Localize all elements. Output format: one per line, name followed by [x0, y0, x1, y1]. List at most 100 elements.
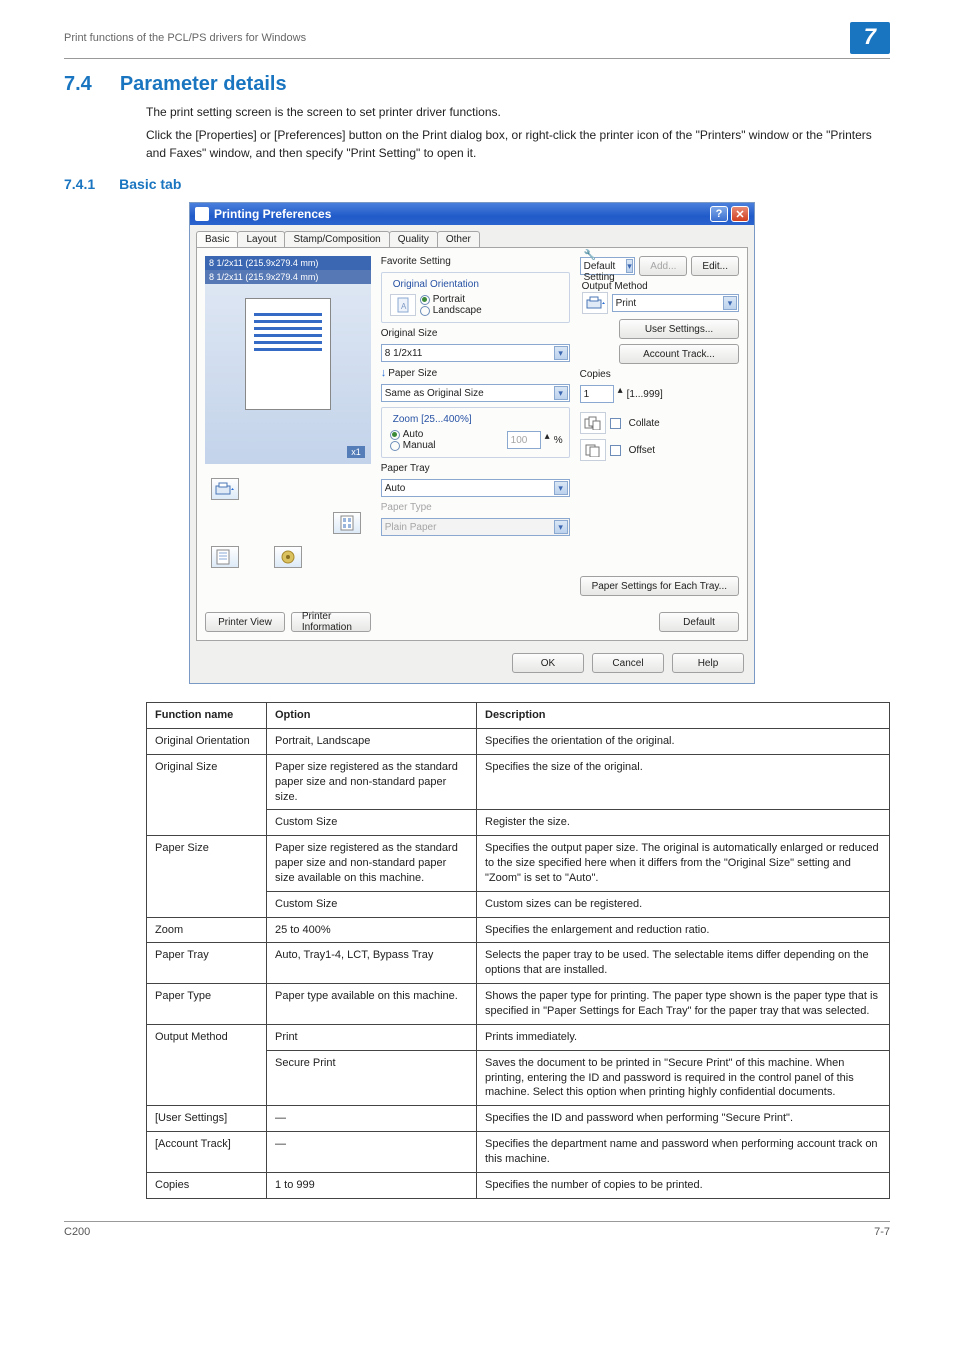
app-icon [195, 207, 209, 221]
offset-label: Offset [629, 445, 656, 456]
parameter-table: Function name Option Description Origina… [146, 702, 890, 1198]
section-heading: 7.4 Parameter details [64, 73, 890, 96]
tab-quality[interactable]: Quality [389, 231, 438, 247]
table-cell-function: Paper Tray [147, 943, 267, 984]
default-button[interactable]: Default [659, 612, 739, 632]
account-track-button[interactable]: Account Track... [619, 344, 739, 364]
tab-layout[interactable]: Layout [237, 231, 285, 247]
table-cell-option: Paper size registered as the standard pa… [267, 836, 477, 892]
table-cell-option: Print [267, 1024, 477, 1050]
favorite-edit-button[interactable]: Edit... [691, 256, 739, 276]
table-cell-function: Zoom [147, 917, 267, 943]
portrait-radio[interactable] [420, 295, 430, 305]
original-size-value: 8 1/2x11 [385, 348, 423, 359]
subsection-title: Basic tab [119, 176, 181, 192]
layout-mode-icon[interactable] [333, 512, 361, 534]
offset-checkbox[interactable] [610, 445, 621, 456]
table-cell-description: Specifies the ID and password when perfo… [477, 1106, 890, 1132]
table-cell-function: Output Method [147, 1024, 267, 1105]
paper-settings-each-tray-button[interactable]: Paper Settings for Each Tray... [580, 576, 739, 596]
landscape-radio[interactable] [420, 306, 430, 316]
offset-icon [580, 439, 606, 461]
table-cell-function: Paper Size [147, 836, 267, 917]
svg-text:A: A [401, 302, 407, 311]
zoom-value-input[interactable]: 100 [507, 431, 541, 449]
ok-button[interactable]: OK [512, 653, 584, 673]
close-titlebar-button[interactable]: ✕ [731, 206, 749, 222]
paper-type-value: Plain Paper [385, 522, 437, 533]
table-cell-option: 1 to 999 [267, 1172, 477, 1198]
table-cell-description: Specifies the orientation of the origina… [477, 729, 890, 755]
cancel-button[interactable]: Cancel [592, 653, 664, 673]
table-cell-description: Shows the paper type for printing. The p… [477, 984, 890, 1025]
zoom-percent: % [554, 435, 563, 446]
th-option: Option [267, 703, 477, 729]
zoom-auto-label: Auto [403, 429, 424, 440]
original-size-select[interactable]: 8 1/2x11 ▾ [381, 344, 570, 362]
section-number: 7.4 [64, 73, 92, 95]
tab-other[interactable]: Other [437, 231, 480, 247]
tab-stamp[interactable]: Stamp/Composition [284, 231, 389, 247]
zoom-group: Zoom [25...400%] Auto Manual 100 ▴ % [381, 407, 570, 458]
orientation-title: Original Orientation [390, 279, 482, 290]
th-description: Description [477, 703, 890, 729]
zoom-auto-radio[interactable] [390, 430, 400, 440]
zoom-manual-radio[interactable] [390, 441, 400, 451]
dialog-titlebar: Printing Preferences ? ✕ [190, 203, 754, 225]
paper-tray-label: Paper Tray [381, 463, 570, 474]
user-settings-button[interactable]: User Settings... [619, 319, 739, 339]
table-cell-description: Register the size. [477, 810, 890, 836]
chevron-down-icon: ▾ [554, 346, 568, 360]
table-cell-option: 25 to 400% [267, 917, 477, 943]
paper-tray-select[interactable]: Auto ▾ [381, 479, 570, 497]
collate-label: Collate [629, 418, 660, 429]
help-titlebar-button[interactable]: ? [710, 206, 728, 222]
paper-type-select: Plain Paper▾ [381, 518, 570, 536]
spin-icon[interactable]: ▴ [545, 431, 550, 449]
table-cell-function: Original Orientation [147, 729, 267, 755]
output-method-label: Output Method [582, 281, 739, 292]
down-arrow-icon: ↓ [381, 367, 387, 379]
table-cell-function: Copies [147, 1172, 267, 1198]
chevron-down-icon: ▾ [554, 481, 568, 495]
landscape-label: Landscape [433, 305, 482, 316]
portrait-label: Portrait [433, 294, 465, 305]
tab-basic[interactable]: Basic [196, 231, 238, 247]
spin-icon[interactable]: ▴ [618, 385, 623, 403]
preview-outsize: 8 1/2x11 (215.9x279.4 mm) [205, 256, 371, 270]
printer-status-icon[interactable] [274, 546, 302, 568]
favorite-select[interactable]: 🔧 Default Setting▾ [580, 257, 636, 275]
table-cell-description: Specifies the enlargement and reduction … [477, 917, 890, 943]
intro-para-2: Click the [Properties] or [Preferences] … [146, 127, 890, 162]
table-cell-function: [User Settings] [147, 1106, 267, 1132]
output-method-value: Print [616, 298, 637, 309]
table-cell-option: Custom Size [267, 891, 477, 917]
copies-input[interactable]: 1 [580, 385, 614, 403]
dialog-tabs: Basic Layout Stamp/Composition Quality O… [190, 225, 754, 247]
preview-pane: x1 [205, 284, 371, 464]
printer-output-icon[interactable] [211, 478, 239, 500]
printer-properties-icon[interactable] [211, 546, 239, 568]
th-function: Function name [147, 703, 267, 729]
orientation-icon: A [390, 294, 416, 316]
paper-type-label: Paper Type [381, 502, 570, 513]
collate-icon [580, 412, 606, 434]
section-title: Parameter details [120, 73, 287, 95]
copies-label: Copies [580, 369, 739, 380]
collate-checkbox[interactable] [610, 418, 621, 429]
paper-tray-value: Auto [385, 483, 406, 494]
help-button[interactable]: Help [672, 653, 744, 673]
paper-size-select[interactable]: Same as Original Size▾ [381, 384, 570, 402]
output-printer-icon [582, 292, 608, 314]
printer-view-button[interactable]: Printer View [205, 612, 285, 632]
zoom-manual-label: Manual [403, 440, 436, 451]
output-method-select[interactable]: Print▾ [612, 294, 739, 312]
chevron-down-icon: ▾ [626, 259, 634, 273]
table-cell-option: — [267, 1132, 477, 1173]
printer-information-button[interactable]: Printer Information [291, 612, 371, 632]
original-size-label: Original Size [381, 328, 570, 339]
table-cell-description: Custom sizes can be registered. [477, 891, 890, 917]
breadcrumb: Print functions of the PCL/PS drivers fo… [64, 32, 306, 44]
table-cell-option: — [267, 1106, 477, 1132]
preview-sheet [245, 298, 331, 410]
